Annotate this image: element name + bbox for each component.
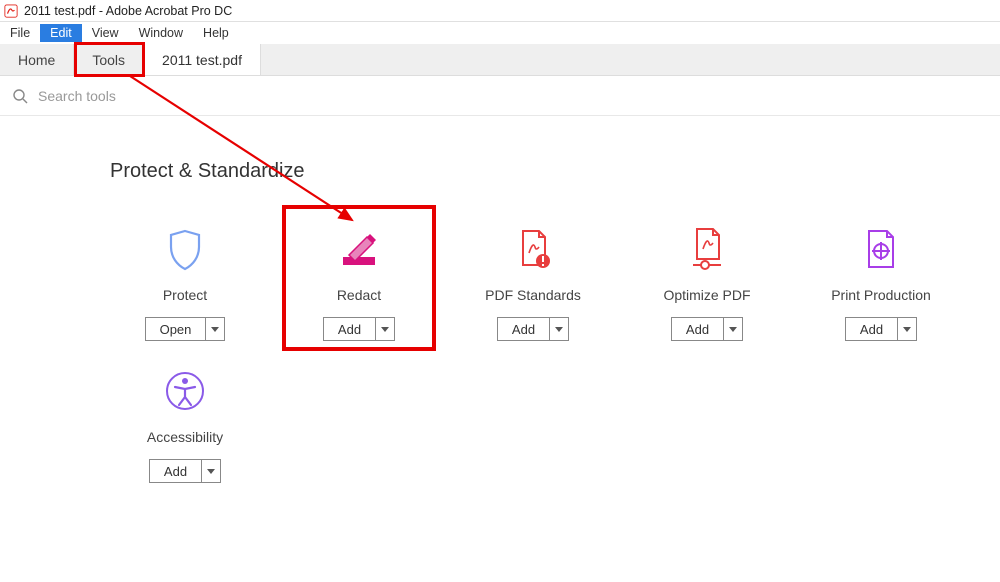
tool-optimize-pdf-button-main[interactable]: Add [672, 318, 724, 340]
tool-redact-button[interactable]: Add [323, 317, 395, 341]
menu-view[interactable]: View [82, 24, 129, 42]
menu-bar: File Edit View Window Help [0, 22, 1000, 44]
caret-down-icon [555, 327, 563, 332]
redact-icon [335, 225, 383, 273]
title-bar: 2011 test.pdf - Adobe Acrobat Pro DC [0, 0, 1000, 22]
tool-print-production-button[interactable]: Add [845, 317, 917, 341]
section-protect-standardize: Protect & Standardize Protect Open [0, 116, 1000, 483]
tool-protect-label: Protect [163, 287, 207, 303]
tool-pdf-standards[interactable]: PDF Standards Add [458, 211, 608, 341]
tab-home[interactable]: Home [0, 44, 74, 75]
tool-pdf-standards-button-main[interactable]: Add [498, 318, 550, 340]
tool-optimize-pdf-button-dropdown[interactable] [724, 318, 742, 340]
tool-pdf-standards-button-dropdown[interactable] [550, 318, 568, 340]
tool-print-production[interactable]: Print Production Add [806, 211, 956, 341]
tool-protect[interactable]: Protect Open [110, 211, 260, 341]
caret-down-icon [903, 327, 911, 332]
window-title: 2011 test.pdf - Adobe Acrobat Pro DC [24, 4, 232, 18]
search-input[interactable] [38, 88, 988, 104]
menu-help[interactable]: Help [193, 24, 239, 42]
tool-optimize-pdf[interactable]: Optimize PDF Add [632, 211, 782, 341]
section-title: Protect & Standardize [110, 160, 964, 183]
pdf-standards-icon [509, 225, 557, 273]
tool-accessibility-label: Accessibility [147, 429, 223, 445]
tool-accessibility-button-main[interactable]: Add [150, 460, 202, 482]
menu-edit[interactable]: Edit [40, 24, 82, 42]
caret-down-icon [381, 327, 389, 332]
tool-redact-button-dropdown[interactable] [376, 318, 394, 340]
print-production-icon [857, 225, 905, 273]
tool-pdf-standards-button[interactable]: Add [497, 317, 569, 341]
tab-tools-label: Tools [92, 52, 125, 68]
caret-down-icon [211, 327, 219, 332]
caret-down-icon [207, 469, 215, 474]
search-bar [0, 76, 1000, 116]
caret-down-icon [729, 327, 737, 332]
tool-accessibility-button[interactable]: Add [149, 459, 221, 483]
tool-accessibility-button-dropdown[interactable] [202, 460, 220, 482]
shield-icon [161, 225, 209, 273]
tool-protect-button-dropdown[interactable] [206, 318, 224, 340]
tool-protect-button[interactable]: Open [145, 317, 226, 341]
tabs-bar: Home Tools 2011 test.pdf [0, 44, 1000, 76]
accessibility-icon [161, 367, 209, 415]
tool-print-production-button-dropdown[interactable] [898, 318, 916, 340]
search-icon [12, 88, 28, 104]
optimize-pdf-icon [683, 225, 731, 273]
tab-tools[interactable]: Tools [74, 44, 144, 75]
tool-print-production-button-main[interactable]: Add [846, 318, 898, 340]
tool-print-production-label: Print Production [831, 287, 931, 303]
tool-redact-button-main[interactable]: Add [324, 318, 376, 340]
tab-document[interactable]: 2011 test.pdf [144, 44, 261, 75]
tool-redact[interactable]: Redact Add [284, 211, 434, 341]
tool-pdf-standards-label: PDF Standards [485, 287, 581, 303]
tool-optimize-pdf-button[interactable]: Add [671, 317, 743, 341]
tool-redact-label: Redact [337, 287, 381, 303]
tool-grid: Protect Open Redact Add [110, 211, 964, 483]
acrobat-app-icon [4, 4, 18, 18]
menu-file[interactable]: File [0, 24, 40, 42]
tool-protect-button-main[interactable]: Open [146, 318, 207, 340]
tool-accessibility[interactable]: Accessibility Add [110, 353, 260, 483]
tool-optimize-pdf-label: Optimize PDF [663, 287, 750, 303]
menu-window[interactable]: Window [129, 24, 193, 42]
